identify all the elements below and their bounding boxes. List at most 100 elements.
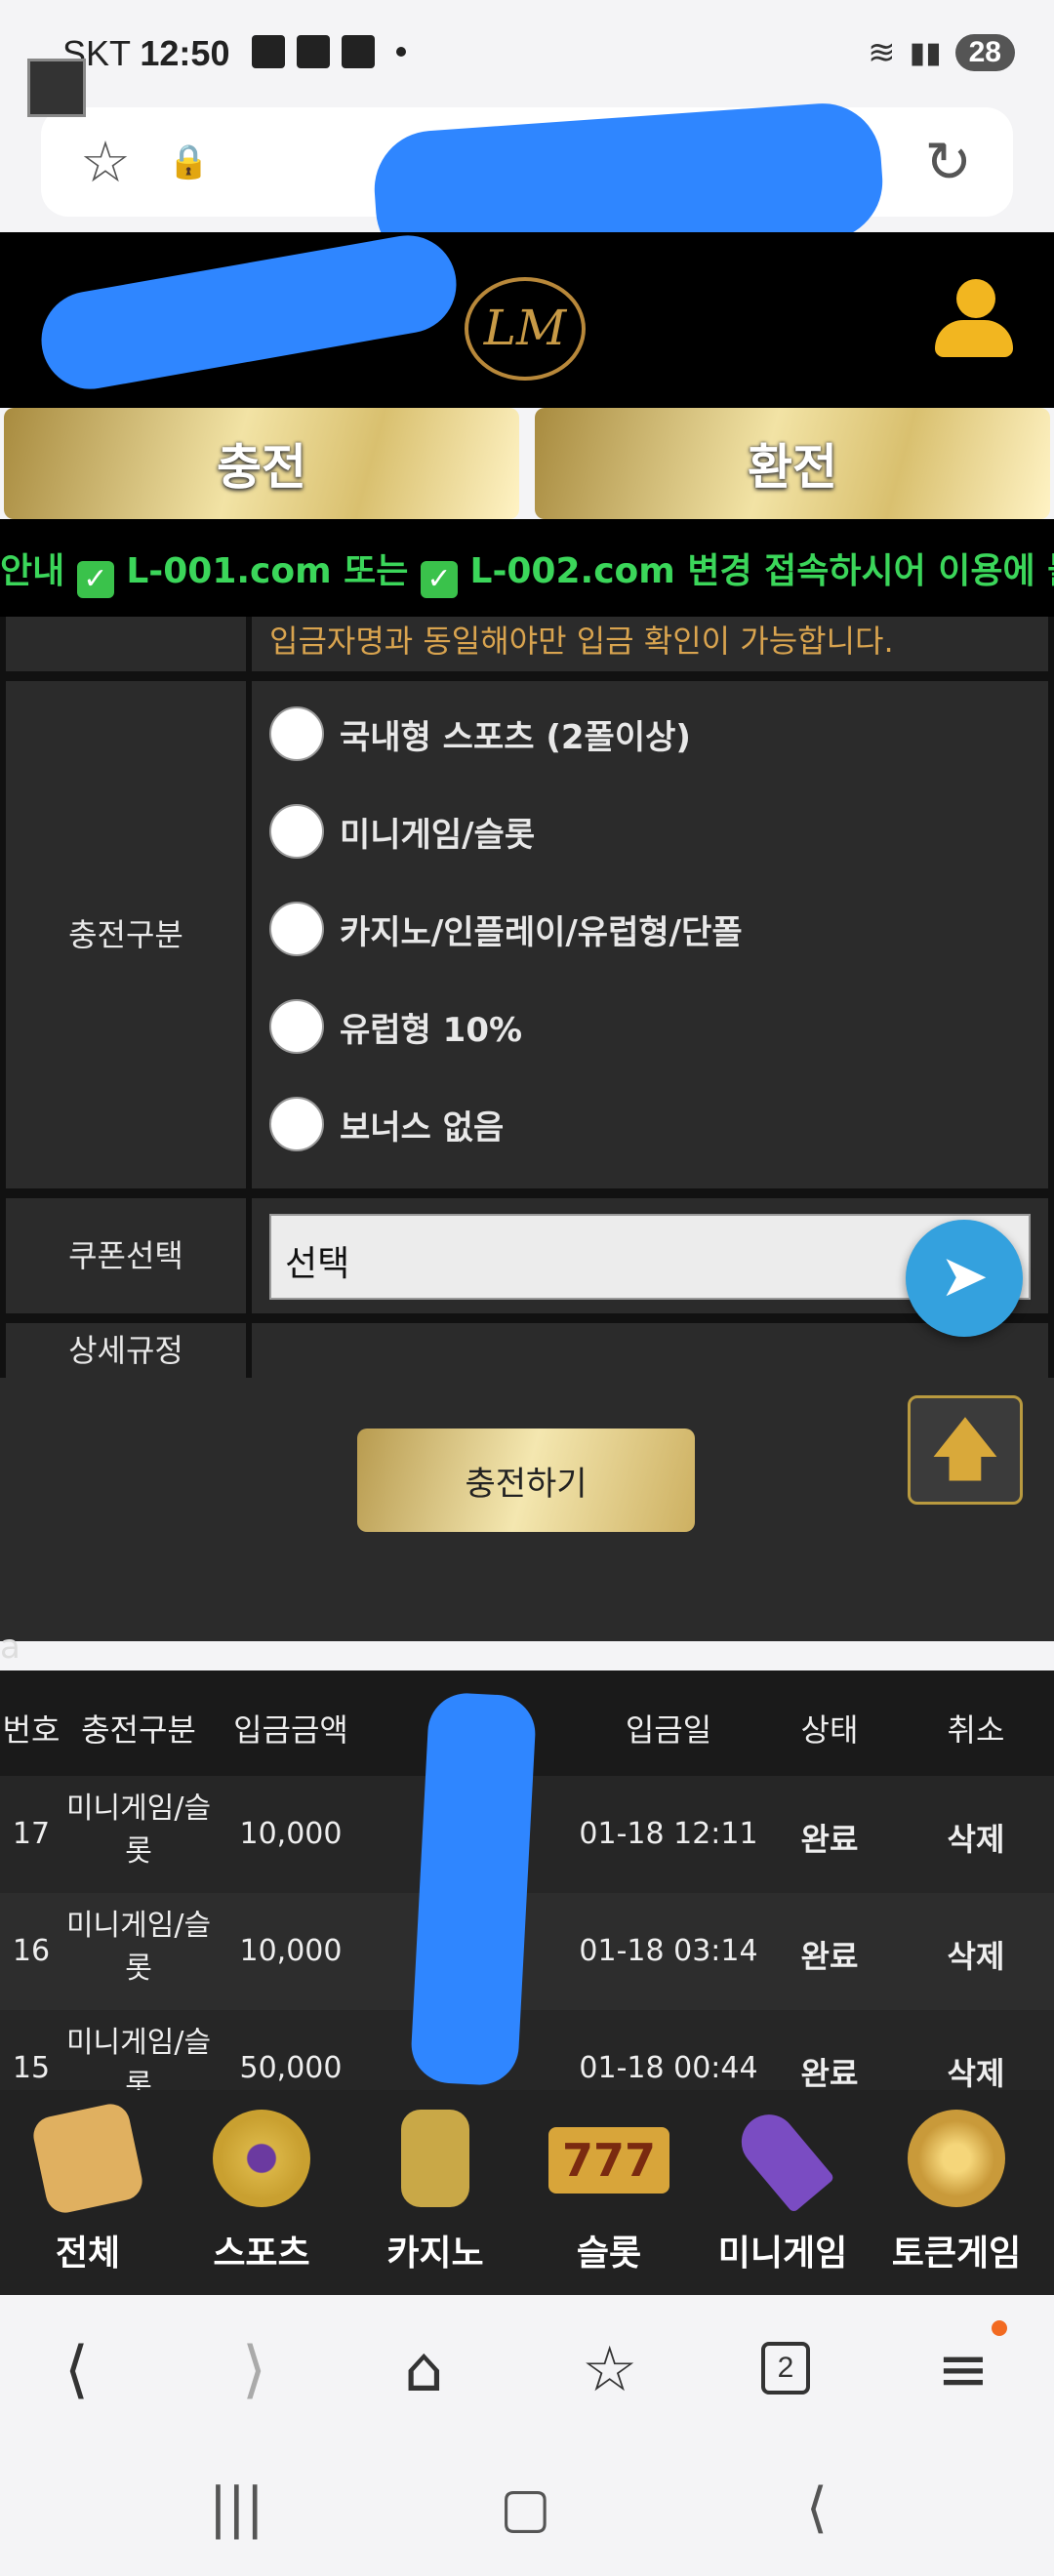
- check-icon: ✓: [420, 561, 458, 598]
- site-small-logo-icon[interactable]: [27, 59, 86, 117]
- game-nav-sports[interactable]: 스포츠: [174, 2110, 349, 2275]
- cell-type: 미니게임/슬 롯: [65, 1909, 212, 1986]
- game-nav-label: 카지노: [386, 2234, 484, 2274]
- section-label: a: [0, 1628, 20, 1667]
- game-nav-label: 토큰게임: [891, 2234, 1022, 2274]
- deposit-notice: 입금자명과 동일해야만 입금 확인이 가능합니다.: [269, 623, 894, 660]
- cell-type: 미니게임/슬 롯: [65, 1791, 212, 1869]
- home-button-icon[interactable]: ▢: [500, 2476, 551, 2540]
- cell-date: 01-18 12:11: [579, 1817, 758, 1851]
- game-nav-all[interactable]: 전체: [0, 2100, 176, 2275]
- star-icon[interactable]: ☆: [80, 129, 131, 195]
- option-label: 카지노/인플레이/유럽형/단폴: [340, 912, 743, 952]
- table-row: 15 미니게임/슬 롯 50,000 01-18 00:44 완료 삭제: [0, 2010, 1054, 2090]
- cell-status: 완료: [800, 1938, 859, 1975]
- option-minigame-slot[interactable]: 미니게임/슬롯: [269, 804, 535, 859]
- cell-status: 완료: [800, 1821, 859, 1858]
- radio-button[interactable]: [269, 706, 324, 761]
- game-nav-casino[interactable]: 카지노: [347, 2110, 523, 2275]
- cell-amount: 10,000: [239, 1934, 343, 1968]
- check-icon: ✓: [76, 561, 114, 598]
- user-icon[interactable]: [935, 279, 1013, 361]
- col-date: 입금일: [625, 1711, 712, 1749]
- home-notification-icon: [252, 35, 285, 68]
- home-icon[interactable]: ⌂: [404, 2334, 444, 2406]
- marquee-part2: L-001.com 또는: [126, 551, 409, 591]
- option-european-10[interactable]: 유럽형 10%: [269, 999, 522, 1054]
- forward-icon[interactable]: ⟩: [242, 2334, 266, 2406]
- scroll-top-arrow-icon[interactable]: 🡅: [908, 1395, 1023, 1505]
- game-nav-token[interactable]: 토큰게임: [869, 2110, 1044, 2275]
- system-back-icon[interactable]: ⟨: [806, 2476, 828, 2540]
- col-amount: 입금금액: [233, 1711, 348, 1749]
- battery-badge: 28: [954, 34, 1015, 71]
- option-label: 유럽형 10%: [340, 1010, 523, 1050]
- cell-date: 01-18 00:44: [579, 2051, 758, 2085]
- marquee-part3: L-002.com 변경 접속하시어 이용에 불편 없: [469, 551, 1054, 591]
- option-no-bonus[interactable]: 보너스 없음: [269, 1097, 504, 1151]
- delete-button[interactable]: 삭제: [917, 1815, 1034, 1860]
- cell-no: 16: [12, 1934, 51, 1968]
- col-status: 상태: [800, 1711, 859, 1749]
- app-notification-icon: [342, 35, 375, 68]
- option-domestic-sports[interactable]: 국내형 스포츠 (2폴이상): [269, 706, 691, 761]
- bookmarks-icon[interactable]: ☆: [582, 2334, 637, 2406]
- radio-button[interactable]: [269, 999, 324, 1054]
- back-icon[interactable]: ⟨: [64, 2334, 89, 2406]
- col-cancel: 취소: [947, 1711, 1005, 1749]
- cell-date: 01-18 03:14: [579, 1934, 758, 1968]
- coupon-label: 쿠폰선택: [6, 1198, 246, 1313]
- reload-icon[interactable]: ↻: [924, 129, 972, 195]
- option-casino-inplay[interactable]: 카지노/인플레이/유럽형/단폴: [269, 902, 743, 956]
- telegram-icon[interactable]: ➤: [906, 1220, 1023, 1337]
- charge-button[interactable]: 충전: [4, 408, 519, 519]
- more-dot-icon: [396, 47, 406, 57]
- game-nav-label: 미니게임: [717, 2234, 848, 2274]
- cell-type: 미니게임/슬 롯: [65, 2026, 212, 2090]
- lock-icon: 🔒: [168, 142, 210, 181]
- marquee-part1: 안내: [0, 551, 65, 591]
- notice-marquee: 안내 ✓ L-001.com 또는 ✓ L-002.com 변경 접속하시어 이…: [0, 519, 1054, 617]
- recent-apps-icon[interactable]: |||: [209, 2476, 264, 2540]
- game-nav-label: 슬롯: [576, 2234, 642, 2274]
- delete-button[interactable]: 삭제: [917, 2049, 1034, 2090]
- menu-icon[interactable]: ≡: [937, 2334, 990, 2406]
- slot-777-icon: 777: [548, 2127, 669, 2194]
- cell-amount: 50,000: [239, 2051, 343, 2085]
- system-icons: ≋ ▮▮ 28: [868, 33, 1015, 72]
- site-logo[interactable]: LM: [465, 277, 586, 381]
- game-nav-label: 전체: [55, 2234, 121, 2274]
- notification-dot: [992, 2320, 1007, 2336]
- radio-button[interactable]: [269, 804, 324, 859]
- soccer-ball-icon: [213, 2110, 310, 2207]
- b-notification-icon: [297, 35, 330, 68]
- browser-toolbar: ⟨ ⟩ ⌂ ☆ 2 ≡: [0, 2295, 1054, 2441]
- tabs-icon[interactable]: 2: [761, 2342, 810, 2395]
- status-bar: SKT 12:50 ≋ ▮▮ 28: [0, 0, 1054, 107]
- option-label: 미니게임/슬롯: [340, 815, 536, 855]
- notice-label-cell: [6, 617, 246, 671]
- submit-charge-button[interactable]: 충전하기: [357, 1429, 695, 1532]
- status-carrier-time: SKT 12:50: [62, 33, 229, 74]
- signal-icon: ▮▮: [909, 35, 942, 70]
- game-nav-label: 스포츠: [213, 2234, 310, 2274]
- game-nav-minigame[interactable]: 미니게임: [695, 2103, 871, 2275]
- delete-button[interactable]: 삭제: [917, 1932, 1034, 1977]
- game-category-nav: 전체 스포츠 카지노 777 슬롯 미니게임 토큰게임: [0, 2090, 1054, 2295]
- rocket-icon: [730, 2103, 835, 2214]
- option-label: 국내형 스포츠 (2폴이상): [340, 717, 691, 757]
- cell-no: 17: [12, 1817, 51, 1851]
- cell-amount: 10,000: [239, 1817, 343, 1851]
- rules-cell: [252, 1323, 1048, 1378]
- dice-icon: [29, 2100, 146, 2217]
- notification-icons: [252, 35, 406, 68]
- casino-chips-icon: [401, 2110, 469, 2207]
- radio-button[interactable]: [269, 902, 324, 956]
- rules-label: 상세규정: [6, 1323, 246, 1378]
- game-nav-slot[interactable]: 777 슬롯: [521, 2110, 697, 2275]
- radio-button[interactable]: [269, 1097, 324, 1151]
- redaction-scribble-table: [409, 1691, 538, 2087]
- cell-no: 15: [12, 2051, 51, 2085]
- exchange-button[interactable]: 환전: [535, 408, 1050, 519]
- wifi-icon: ≋: [868, 33, 896, 72]
